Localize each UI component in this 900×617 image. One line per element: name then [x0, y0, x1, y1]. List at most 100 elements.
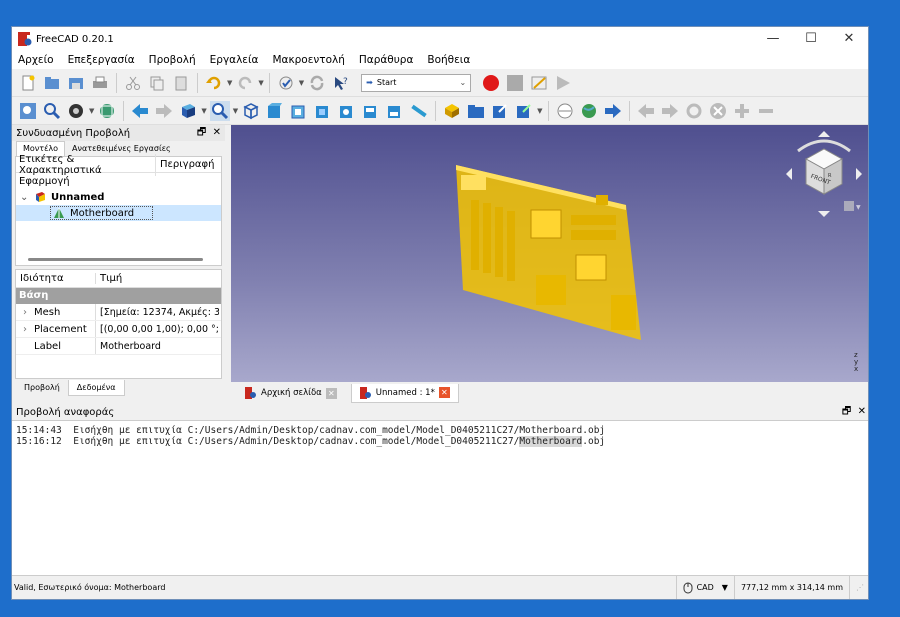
undo-icon[interactable]: [204, 73, 224, 93]
maximize-button[interactable]: ☐: [792, 27, 830, 51]
tree-object-item[interactable]: Motherboard: [50, 206, 153, 220]
fit-all-icon[interactable]: [18, 101, 38, 121]
property-value[interactable]: Motherboard: [96, 341, 219, 352]
next-icon[interactable]: [603, 101, 623, 121]
navigation-cube[interactable]: FRONT R ▼: [784, 129, 864, 219]
std-views-icon[interactable]: [178, 101, 198, 121]
property-row-mesh[interactable]: ›Mesh [Σημεία: 12374, Ακμές: 35...: [16, 304, 221, 321]
menu-edit[interactable]: Επεξεργασία: [68, 54, 135, 66]
float-panel-icon[interactable]: 🗗: [842, 406, 851, 417]
isometric-view-icon[interactable]: [241, 101, 261, 121]
rear-view-icon[interactable]: [337, 101, 357, 121]
part-icon[interactable]: [442, 101, 462, 121]
close-tab-icon[interactable]: ✕: [438, 387, 450, 398]
redo-icon[interactable]: [235, 73, 255, 93]
fit-selection-icon[interactable]: [42, 101, 62, 121]
back-icon[interactable]: [130, 101, 150, 121]
tab-view[interactable]: Προβολή: [16, 380, 68, 396]
property-value[interactable]: [Σημεία: 12374, Ακμές: 35...: [96, 307, 219, 318]
freecad-logo-icon: [18, 32, 32, 46]
forward-icon[interactable]: [154, 101, 174, 121]
menu-view[interactable]: Προβολή: [149, 54, 196, 66]
collapse-icon[interactable]: ⌄: [20, 192, 34, 203]
refresh-icon[interactable]: [276, 73, 296, 93]
bounding-box-icon[interactable]: [97, 101, 117, 121]
stop-macro-icon[interactable]: [505, 73, 525, 93]
tab-start-page[interactable]: Αρχική σελίδα ✕: [237, 384, 345, 402]
new-file-icon[interactable]: [18, 73, 38, 93]
tab-unnamed[interactable]: Unnamed : 1* ✕: [350, 383, 459, 403]
group-icon[interactable]: [466, 101, 486, 121]
copy-icon[interactable]: [147, 73, 167, 93]
close-panel-icon[interactable]: ✕: [213, 127, 221, 138]
section-icon[interactable]: [555, 101, 575, 121]
menu-macro[interactable]: Μακροεντολή: [272, 54, 344, 66]
property-header-name[interactable]: Ιδιότητα: [16, 273, 96, 284]
right-view-icon[interactable]: [313, 101, 333, 121]
top-view-icon[interactable]: [289, 101, 309, 121]
mouse-icon: [683, 582, 693, 593]
measure-icon[interactable]: [409, 101, 429, 121]
paste-icon[interactable]: [171, 73, 191, 93]
tree-document-row[interactable]: ⌄ Unnamed: [16, 189, 221, 205]
cut-icon[interactable]: [123, 73, 143, 93]
draw-style-dropdown-icon[interactable]: ▼: [89, 107, 94, 115]
tree-header-description[interactable]: Περιγραφή: [156, 159, 214, 170]
open-file-icon[interactable]: [42, 73, 62, 93]
undo-dropdown-icon[interactable]: ▼: [227, 79, 232, 87]
tree-object-row[interactable]: Motherboard: [16, 205, 221, 221]
menu-help[interactable]: Βοήθεια: [427, 54, 470, 66]
property-header-value[interactable]: Τιμή: [96, 273, 122, 284]
redo-dropdown-icon[interactable]: ▼: [258, 79, 263, 87]
nav-forward-icon[interactable]: [660, 101, 680, 121]
zoom-dropdown-icon[interactable]: ▼: [233, 107, 238, 115]
tab-start-page-label: Αρχική σελίδα: [261, 388, 322, 398]
edit-macro-icon[interactable]: [529, 73, 549, 93]
menu-windows[interactable]: Παράθυρα: [359, 54, 414, 66]
close-tab-icon[interactable]: ✕: [325, 387, 337, 399]
menu-file[interactable]: Αρχείο: [18, 54, 54, 66]
document-icon: [36, 192, 45, 202]
tree-scrollbar[interactable]: [28, 258, 203, 261]
close-panel-icon[interactable]: ✕: [858, 406, 866, 417]
property-row-label[interactable]: Label Motherboard: [16, 338, 221, 355]
float-panel-icon[interactable]: 🗗: [197, 127, 206, 138]
std-views-dropdown-icon[interactable]: ▼: [201, 107, 206, 115]
zoom-icon[interactable]: [209, 100, 230, 121]
stop-icon[interactable]: [708, 101, 728, 121]
close-button[interactable]: ✕: [830, 27, 868, 51]
workbench-selector[interactable]: ➡ Start ⌄: [361, 73, 472, 92]
whats-this-icon[interactable]: ?: [331, 73, 351, 93]
reload-icon[interactable]: [684, 101, 704, 121]
minimize-button[interactable]: —: [754, 27, 792, 51]
nav-back-icon[interactable]: [636, 101, 656, 121]
tab-data[interactable]: Δεδομένα: [67, 380, 125, 396]
link-dropdown-icon[interactable]: ▼: [537, 107, 542, 115]
property-row-placement[interactable]: ›Placement [(0,00 0,00 1,00); 0,00 °; (0…: [16, 321, 221, 338]
front-view-icon[interactable]: [265, 101, 285, 121]
save-icon[interactable]: [66, 73, 86, 93]
link-actions-icon[interactable]: [514, 101, 534, 121]
report-log[interactable]: 15:14:43 Εισήχθη με επιτυχία C:/Users/Ad…: [12, 420, 868, 576]
property-group-base[interactable]: Βάση: [16, 288, 221, 304]
recompute-icon[interactable]: [307, 73, 327, 93]
zoom-out-icon[interactable]: [756, 101, 776, 121]
expand-icon[interactable]: ›: [16, 324, 34, 335]
run-macro-icon[interactable]: [553, 73, 573, 93]
expand-icon[interactable]: ›: [16, 307, 34, 318]
web-icon[interactable]: [579, 101, 599, 121]
draw-style-icon[interactable]: [66, 101, 86, 121]
bottom-view-icon[interactable]: [361, 101, 381, 121]
navigation-style-selector[interactable]: CAD ▼: [675, 576, 734, 599]
resize-grip-icon[interactable]: ⋰: [849, 576, 868, 599]
property-value[interactable]: [(0,00 0,00 1,00); 0,00 °; (0...: [96, 324, 219, 335]
link-icon[interactable]: [490, 101, 510, 121]
tree-header-labels[interactable]: Ετικέτες & Χαρακτηριστικά: [16, 153, 156, 176]
refresh-dropdown-icon[interactable]: ▼: [299, 79, 304, 87]
3d-viewport[interactable]: FRONT R ▼ zyx: [231, 125, 868, 382]
menu-tools[interactable]: Εργαλεία: [210, 54, 259, 66]
left-view-icon[interactable]: [385, 101, 405, 121]
print-icon[interactable]: [90, 73, 110, 93]
record-macro-icon[interactable]: [481, 73, 501, 93]
zoom-in-icon[interactable]: [732, 101, 752, 121]
